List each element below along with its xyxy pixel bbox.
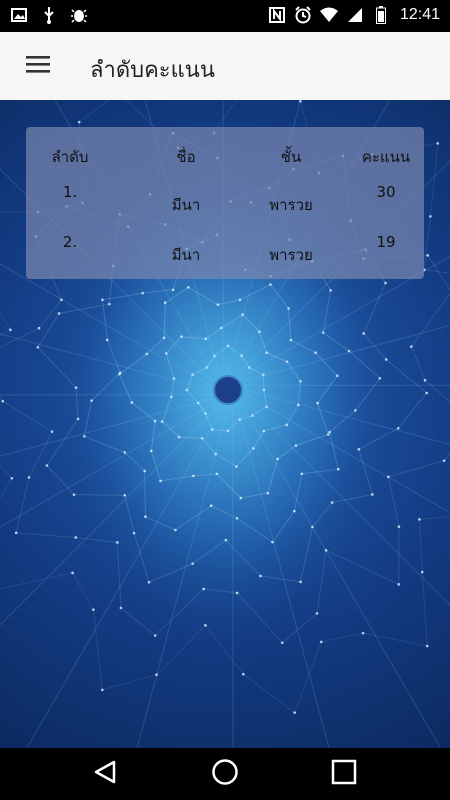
wifi-icon — [319, 6, 338, 24]
row-name: มีนา — [171, 246, 201, 264]
menu-icon — [26, 55, 50, 77]
recents-button[interactable] — [324, 758, 364, 790]
nfc-icon — [268, 6, 286, 24]
recents-icon — [331, 759, 357, 789]
header-name: ชื่อ — [176, 148, 196, 166]
app-bar: ลำดับคะแนน — [0, 32, 450, 100]
back-icon — [92, 759, 118, 789]
status-time: 12:41 — [399, 6, 440, 23]
alarm-icon — [294, 6, 312, 24]
home-icon — [211, 758, 239, 790]
header-rank: ลำดับ — [51, 148, 89, 166]
usb-icon — [40, 6, 58, 24]
table-row: 1. มีนา พารวย 30 — [26, 183, 424, 214]
signal-icon — [346, 6, 364, 24]
status-right-icons: 12:41 — [268, 6, 440, 24]
table-row: 2. มีนา พารวย 19 — [26, 233, 424, 264]
status-left-icons — [10, 6, 88, 24]
menu-button[interactable] — [18, 48, 58, 84]
header-score: คะแนน — [361, 148, 411, 166]
back-button[interactable] — [85, 758, 125, 790]
page-title: ลำดับคะแนน — [90, 58, 215, 83]
row-rank: 2. — [62, 233, 78, 251]
status-bar: 12:41 — [0, 0, 450, 32]
row-name: มีนา — [171, 196, 201, 214]
battery-icon — [372, 6, 390, 24]
home-button[interactable] — [205, 758, 245, 790]
image-icon — [10, 6, 28, 24]
navigation-bar — [0, 748, 450, 800]
bug-icon — [70, 6, 88, 24]
table-header: ลำดับ ชื่อ ชั้น คะแนน — [26, 145, 424, 169]
row-rank: 1. — [62, 183, 78, 201]
score-table: ลำดับ ชื่อ ชั้น คะแนน 1. มีนา พารวย 30 2… — [26, 127, 424, 279]
row-score: 30 — [376, 183, 396, 201]
row-score: 19 — [376, 233, 396, 251]
